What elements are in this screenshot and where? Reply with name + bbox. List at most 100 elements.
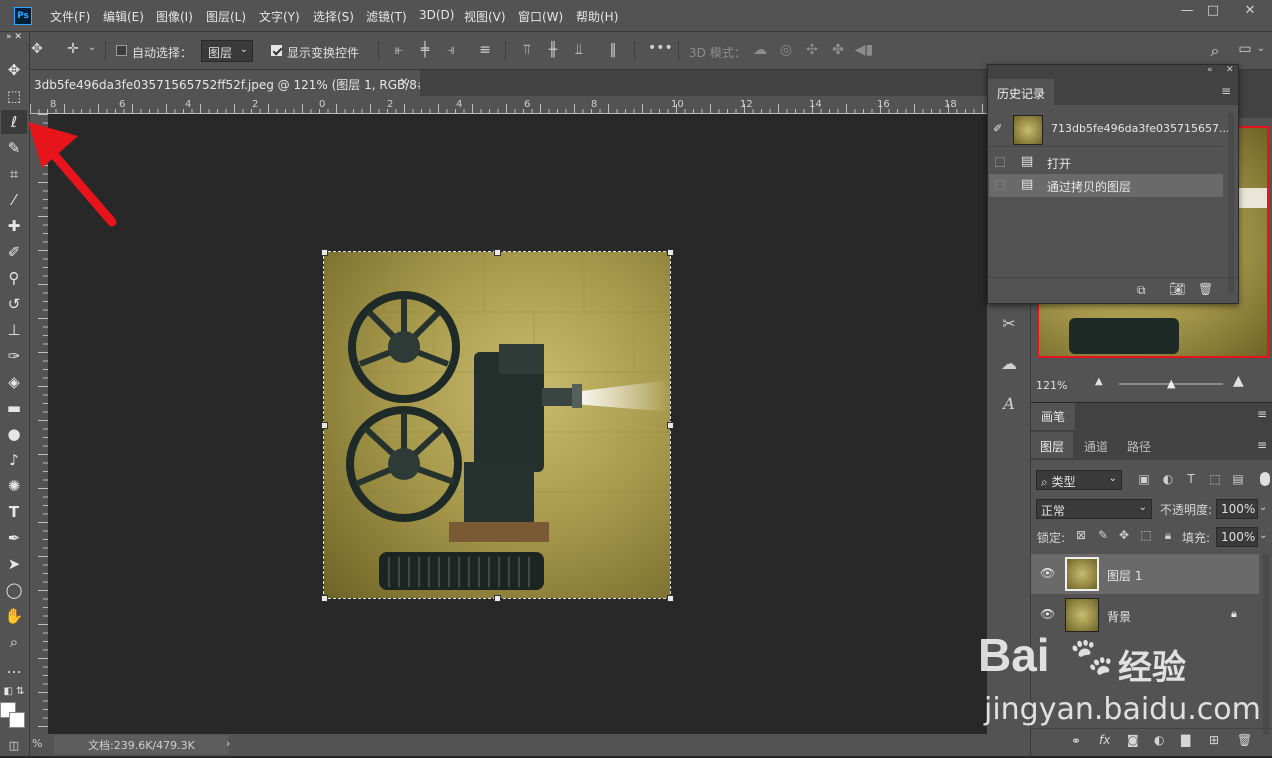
transform-handle[interactable] xyxy=(494,595,501,602)
adjustment-filter-icon[interactable]: ◐ xyxy=(1160,472,1176,486)
history-brush-tool-icon[interactable]: ↺ xyxy=(1,292,27,316)
quick-mask-icon[interactable]: ◫ xyxy=(1,734,27,758)
history-brush-checkbox[interactable] xyxy=(995,157,1005,167)
move-arrows-icon[interactable]: ✛ xyxy=(62,41,84,57)
tab-brush[interactable]: 画笔 xyxy=(1031,403,1076,430)
blend-mode-dropdown[interactable]: 正常 ⌄ xyxy=(1036,499,1152,519)
restore-button[interactable]: □ xyxy=(1198,4,1228,20)
new-layer-icon[interactable]: ⊞ xyxy=(1209,733,1219,747)
3d-roll-icon[interactable]: ◎ xyxy=(776,42,796,58)
menu-type[interactable]: 文字(Y) xyxy=(259,8,300,26)
tool-presets-icon[interactable]: ✂ xyxy=(997,314,1021,333)
creative-cloud-icon[interactable]: ☁ xyxy=(997,354,1021,373)
lock-pixels-icon[interactable]: ✎ xyxy=(1096,528,1110,542)
art-history-brush-icon[interactable]: ✑ xyxy=(1,344,27,368)
more-tools-icon[interactable]: … xyxy=(1,656,27,680)
trash-icon[interactable]: 🗑︎ xyxy=(1198,282,1213,296)
transform-handle[interactable] xyxy=(494,249,501,256)
chevron-down-icon[interactable]: ⌄ xyxy=(86,42,98,53)
pixel-layer-filter-icon[interactable]: ▣ xyxy=(1136,472,1152,486)
tab-paths[interactable]: 路径 xyxy=(1118,432,1160,458)
history-brush-checkbox[interactable] xyxy=(995,180,1005,190)
workspace-icon[interactable]: ▭ xyxy=(1235,41,1255,57)
hand-tool-icon[interactable]: ✋ xyxy=(1,604,27,628)
filter-toggle[interactable] xyxy=(1260,472,1270,486)
search-icon[interactable]: ⌕ xyxy=(1205,41,1225,61)
panel-menu-icon[interactable]: ≡ xyxy=(1221,84,1231,98)
gradient-tool-icon[interactable]: ▬ xyxy=(1,396,27,420)
collapse-icon[interactable]: » ✕ xyxy=(1,30,27,44)
menu-edit[interactable]: 编辑(E) xyxy=(103,8,144,26)
status-zoom-field[interactable]: % xyxy=(32,737,42,750)
align-left-icon[interactable]: ⫦ xyxy=(390,42,408,58)
transform-handle[interactable] xyxy=(667,249,674,256)
document-tab[interactable]: 3db5fe496da3fe03571565752ff52f.jpeg @ 12… xyxy=(30,70,420,96)
move-tool-preset-icon[interactable]: ✥ xyxy=(28,41,46,57)
chevron-down-icon[interactable]: ⌄ xyxy=(1259,502,1267,513)
layer-row-layer1[interactable]: 👁︎ 图层 1 xyxy=(1031,554,1259,594)
eye-icon[interactable]: 👁︎ xyxy=(1040,566,1055,580)
type-tool-icon[interactable]: T xyxy=(1,500,27,524)
menu-window[interactable]: 窗口(W) xyxy=(518,8,563,26)
3d-orbit-icon[interactable]: ☁ xyxy=(750,42,770,58)
distribute-vertical-icon[interactable]: ≡ xyxy=(476,42,494,58)
layer-row-background[interactable]: 👁︎ 背景 🔒︎ xyxy=(1031,595,1259,635)
menu-select[interactable]: 选择(S) xyxy=(313,8,354,26)
zoom-out-icon[interactable]: ▲ xyxy=(1095,376,1103,387)
pen-tool-icon[interactable]: ✒ xyxy=(1,526,27,550)
trash-icon[interactable]: 🗑︎ xyxy=(1237,733,1252,747)
menu-view[interactable]: 视图(V) xyxy=(464,8,506,26)
move-tool-icon[interactable]: ✥ xyxy=(1,58,27,82)
menu-3d[interactable]: 3D(D) xyxy=(419,8,454,26)
lock-all-icon[interactable]: 🔒︎ xyxy=(1161,528,1175,543)
group-folder-icon[interactable]: ▇ xyxy=(1181,733,1190,747)
menu-layer[interactable]: 图层(L) xyxy=(206,8,246,26)
adjustment-layer-icon[interactable]: ◐ xyxy=(1154,733,1164,747)
ellipse-tool-icon[interactable]: ◯ xyxy=(1,578,27,602)
scrollbar[interactable] xyxy=(1263,554,1269,734)
shape-filter-icon[interactable]: ⬚ xyxy=(1207,472,1223,486)
navigator-zoom-value[interactable]: 121% xyxy=(1036,379,1067,392)
menu-filter[interactable]: 滤镜(T) xyxy=(366,8,407,26)
transform-handle[interactable] xyxy=(321,422,328,429)
chevron-down-icon[interactable]: ⌄ xyxy=(1259,530,1267,541)
3d-pan-icon[interactable]: ✣ xyxy=(802,42,822,58)
more-options-icon[interactable]: ••• xyxy=(648,40,673,56)
path-selection-tool-icon[interactable]: ➤ xyxy=(1,552,27,576)
eraser-tool-icon[interactable]: ◈ xyxy=(1,370,27,394)
fx-icon[interactable]: fx xyxy=(1099,733,1110,747)
close-icon[interactable]: ✕ xyxy=(1226,65,1234,75)
photoshop-logo[interactable]: Ps xyxy=(14,7,32,25)
layer-filter-dropdown[interactable]: ⌕ 类型 ⌄ xyxy=(1036,470,1122,490)
marquee-tool-icon[interactable]: ⬚ xyxy=(1,84,27,108)
blur-tool-icon[interactable]: ● xyxy=(1,422,27,446)
chevron-right-icon[interactable]: › xyxy=(226,737,230,750)
menu-image[interactable]: 图像(I) xyxy=(156,8,193,26)
auto-select-target-dropdown[interactable]: 图层 ⌄ xyxy=(201,40,253,62)
dodge-tool-icon[interactable]: ♪ xyxy=(1,448,27,472)
image-layer[interactable] xyxy=(323,251,671,599)
align-hcenter-icon[interactable]: ╪ xyxy=(416,42,434,58)
transform-handle[interactable] xyxy=(321,249,328,256)
opacity-input[interactable]: 100% xyxy=(1216,499,1258,519)
fill-input[interactable]: 100% xyxy=(1216,527,1258,547)
transform-handle[interactable] xyxy=(667,595,674,602)
smart-object-filter-icon[interactable]: ▤ xyxy=(1230,472,1246,486)
close-tab-icon[interactable]: ✕ xyxy=(399,75,409,89)
transform-handle[interactable] xyxy=(321,595,328,602)
stamp-icon[interactable]: ⊥ xyxy=(1,318,27,342)
align-bottom-icon[interactable]: ⫫ xyxy=(570,42,588,58)
eye-icon[interactable]: 👁︎ xyxy=(1040,607,1055,621)
zoom-in-icon[interactable]: ▲ xyxy=(1233,373,1244,389)
zoom-tool-icon[interactable]: ⌕ xyxy=(1,630,27,654)
align-vcenter-icon[interactable]: ╫ xyxy=(544,42,562,58)
swap-colors-icon[interactable]: ◧ ⇅ xyxy=(1,680,27,704)
clone-stamp-tool-icon[interactable]: ⚲ xyxy=(1,266,27,290)
menu-help[interactable]: 帮助(H) xyxy=(576,8,618,26)
character-icon[interactable]: A xyxy=(997,394,1021,413)
lock-artboard-icon[interactable]: ⬚ xyxy=(1139,528,1153,542)
lock-position-icon[interactable]: ✥ xyxy=(1117,528,1131,542)
tab-layers[interactable]: 图层 xyxy=(1031,432,1074,458)
add-mask-icon[interactable]: ◙ xyxy=(1127,733,1139,747)
3d-scale-icon[interactable]: ◀▮ xyxy=(854,42,874,58)
